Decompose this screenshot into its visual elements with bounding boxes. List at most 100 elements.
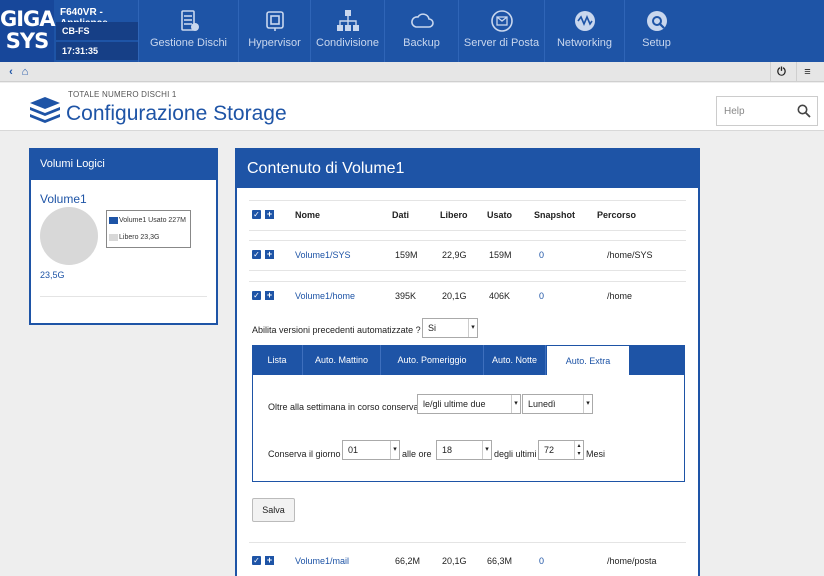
divider bbox=[249, 230, 686, 231]
save-button[interactable]: Salva bbox=[252, 498, 295, 522]
row-percorso: /home bbox=[607, 291, 633, 301]
power-icon[interactable]: ⏻ bbox=[770, 62, 792, 82]
nav-label: Backup bbox=[403, 37, 440, 49]
months-label: Mesi bbox=[586, 449, 606, 459]
nav-condivisione[interactable]: Condivisione bbox=[310, 0, 384, 62]
col-percorso[interactable]: Percorso bbox=[597, 210, 636, 220]
logo-line1: GIGA bbox=[0, 7, 56, 31]
months-stepper[interactable]: 72 ▴ ▾ bbox=[538, 440, 584, 460]
list-menu-icon[interactable]: ≡ bbox=[796, 62, 818, 82]
expand-icon[interactable]: + bbox=[265, 291, 274, 300]
nav-hypervisor[interactable]: Hypervisor bbox=[238, 0, 310, 62]
select-value: 18 bbox=[442, 445, 453, 455]
gigasys-logo[interactable]: GIGA SYS bbox=[0, 0, 56, 62]
setup-icon bbox=[644, 8, 670, 34]
expand-icon[interactable]: + bbox=[265, 250, 274, 259]
select-value: Lunedì bbox=[528, 399, 556, 409]
tab-content-auto-extra: Oltre alla settimana in corso conserva l… bbox=[252, 375, 685, 482]
row-dati: 395K bbox=[395, 291, 417, 301]
col-libero[interactable]: Libero bbox=[440, 210, 468, 220]
top-navbar: GIGA SYS F640VR - Appliance CB-FS 17:31:… bbox=[0, 0, 824, 62]
nav-label: Setup bbox=[642, 37, 671, 49]
row-usato: 406K bbox=[489, 291, 511, 301]
weekday-select[interactable]: Lunedì ▾ bbox=[522, 394, 593, 414]
add-icon[interactable]: + bbox=[265, 210, 274, 219]
tab-auto-pomeriggio[interactable]: Auto. Pomeriggio bbox=[381, 345, 484, 375]
row-libero: 20,1G bbox=[442, 291, 467, 301]
nav-label: Condivisione bbox=[316, 37, 379, 49]
keep-select[interactable]: le/gli ultime due ▾ bbox=[417, 394, 521, 414]
search-icon[interactable] bbox=[797, 104, 811, 121]
nav-backup[interactable]: Backup bbox=[384, 0, 458, 62]
row-checkbox[interactable]: ✓ bbox=[252, 250, 261, 259]
tab-lista[interactable]: Lista bbox=[252, 345, 303, 375]
chevron-down-icon: ▾ bbox=[583, 395, 592, 413]
legend-label: Libero 23,3G bbox=[119, 234, 160, 241]
stepper-arrows-icon[interactable]: ▴ ▾ bbox=[574, 441, 583, 459]
home-icon[interactable]: ⌂ bbox=[14, 62, 36, 82]
versions-label: Abilita versioni precedenti automatizzat… bbox=[252, 325, 421, 335]
nav-gestione-dischi[interactable]: Gestione Dischi bbox=[138, 0, 238, 62]
share-network-icon bbox=[335, 8, 361, 34]
row-snapshot[interactable]: 0 bbox=[539, 291, 544, 301]
row-checkbox[interactable]: ✓ bbox=[252, 556, 261, 565]
help-search-input[interactable]: Help bbox=[716, 96, 818, 126]
row-checkbox[interactable]: ✓ bbox=[252, 291, 261, 300]
col-snapshot[interactable]: Snapshot bbox=[534, 210, 575, 220]
nav-label: Hypervisor bbox=[248, 37, 301, 49]
row-snapshot[interactable]: 0 bbox=[539, 250, 544, 260]
versions-select[interactable]: Si ▾ bbox=[422, 318, 478, 338]
legend-label: Volume1 Usato 227M bbox=[119, 217, 186, 224]
storage-stack-icon bbox=[30, 97, 60, 128]
nav-setup[interactable]: Setup bbox=[624, 0, 688, 62]
page-title: Configurazione Storage bbox=[66, 102, 287, 125]
hour-select[interactable]: 18 ▾ bbox=[436, 440, 492, 460]
legend-swatch bbox=[109, 216, 118, 224]
cloud-backup-icon bbox=[409, 8, 435, 34]
divider bbox=[249, 200, 686, 201]
select-value: 01 bbox=[348, 445, 359, 455]
nav-label: Gestione Dischi bbox=[149, 37, 228, 49]
row-libero: 22,9G bbox=[442, 250, 467, 260]
row-snapshot[interactable]: 0 bbox=[539, 556, 544, 566]
last-label: degli ultimi bbox=[494, 449, 537, 459]
tab-auto-extra[interactable]: Auto. Extra bbox=[546, 345, 630, 375]
select-value: Si bbox=[428, 323, 437, 333]
hypervisor-icon bbox=[262, 8, 288, 34]
keep-label: Oltre alla settimana in corso conserva bbox=[268, 402, 419, 412]
day-select[interactable]: 01 ▾ bbox=[342, 440, 400, 460]
page-header: TOTALE NUMERO DISCHI 1 Configurazione St… bbox=[0, 83, 824, 131]
row-usato: 66,3M bbox=[487, 556, 513, 566]
tab-auto-notte[interactable]: Auto. Notte bbox=[484, 345, 546, 375]
volume-content-panel: Contenuto di Volume1 ✓ + Nome Dati Liber… bbox=[235, 148, 700, 576]
divider bbox=[249, 542, 686, 543]
volume-name[interactable]: Volume1 bbox=[40, 192, 87, 206]
divider bbox=[249, 270, 686, 271]
at-label: alle ore bbox=[402, 449, 432, 459]
row-percorso: /home/posta bbox=[607, 556, 657, 566]
col-usato[interactable]: Usato bbox=[487, 210, 512, 220]
row-name[interactable]: Volume1/SYS bbox=[295, 250, 351, 260]
legend-free: Libero 23,3G bbox=[109, 233, 159, 243]
row-libero: 20,1G bbox=[442, 556, 467, 566]
row-dati: 159M bbox=[395, 250, 418, 260]
chevron-down-icon: ▾ bbox=[468, 319, 477, 337]
col-dati[interactable]: Dati bbox=[392, 210, 409, 220]
hostname: CB-FS bbox=[56, 22, 138, 40]
legend-used: Volume1 Usato 227M bbox=[109, 216, 186, 226]
nav-networking[interactable]: Networking bbox=[544, 0, 624, 62]
logical-volumes-panel: Volumi Logici Volume1 Volume1 Usato 227M… bbox=[29, 148, 218, 325]
tab-auto-mattino[interactable]: Auto. Mattino bbox=[303, 345, 381, 375]
panel-title: Contenuto di Volume1 bbox=[237, 150, 698, 188]
row-dati: 66,2M bbox=[395, 556, 421, 566]
expand-icon[interactable]: + bbox=[265, 556, 274, 565]
chevron-down-icon: ▾ bbox=[482, 441, 491, 459]
col-nome[interactable]: Nome bbox=[295, 210, 320, 220]
volume-total: 23,5G bbox=[40, 270, 65, 280]
divider bbox=[40, 296, 207, 297]
divider bbox=[249, 240, 686, 241]
row-name[interactable]: Volume1/home bbox=[295, 291, 355, 301]
select-all-checkbox[interactable]: ✓ bbox=[252, 210, 261, 219]
row-name[interactable]: Volume1/mail bbox=[295, 556, 349, 566]
nav-server-di-posta[interactable]: Server di Posta bbox=[458, 0, 544, 62]
